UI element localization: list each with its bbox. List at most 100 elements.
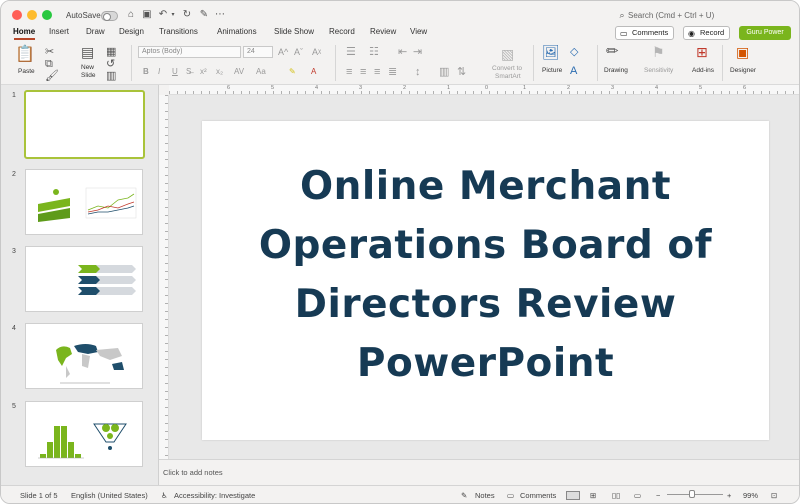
decrease-font-icon[interactable]: Aˇ	[294, 46, 303, 58]
tab-draw[interactable]: Draw	[86, 27, 105, 36]
slide-thumbnail-3[interactable]	[25, 246, 143, 312]
bullets-icon[interactable]: ☰	[346, 46, 356, 58]
current-slide[interactable]: Online Merchant Operations Board of Dire…	[202, 121, 769, 440]
normal-view-icon[interactable]	[566, 491, 580, 500]
save-icon[interactable]: ▣	[141, 9, 153, 21]
thumbnail-number: 5	[12, 403, 16, 410]
comments-status-button[interactable]: Comments	[520, 491, 556, 500]
smartart-icon[interactable]: ▧	[501, 47, 514, 61]
align-left-icon[interactable]: ≡	[346, 66, 352, 78]
reading-view-icon[interactable]: ▯▯	[612, 491, 620, 500]
ruler-number: 5	[699, 85, 703, 91]
slide-title-line: Directors Review	[294, 282, 677, 327]
tab-home[interactable]: Home	[13, 27, 35, 36]
drawing-icon[interactable]: ✏	[606, 44, 619, 59]
zoom-in-icon[interactable]: +	[727, 491, 731, 500]
paste-icon[interactable]: 📋	[15, 46, 35, 64]
tab-review[interactable]: Review	[370, 27, 396, 36]
addins-icon[interactable]: ⊞	[696, 45, 708, 59]
align-right-icon[interactable]: ≡	[374, 66, 380, 78]
thumbnail-number: 1	[12, 92, 16, 99]
slide-thumbnail-4[interactable]	[25, 323, 143, 389]
highlight-icon[interactable]: ✎	[289, 67, 296, 76]
slide-thumbnail-5[interactable]	[25, 401, 143, 467]
home-icon[interactable]: ⌂	[125, 9, 137, 21]
tab-view[interactable]: View	[410, 27, 427, 36]
guru-power-button[interactable]: Guru Power	[739, 26, 791, 40]
sensitivity-icon[interactable]: ⚑	[652, 45, 665, 59]
layout-icon[interactable]: ▦	[106, 46, 116, 58]
slide-thumbnail-2[interactable]	[25, 169, 143, 235]
italic-icon[interactable]: I	[158, 67, 160, 76]
more-icon[interactable]: ⋯	[214, 9, 226, 21]
redo-icon[interactable]: ↻	[181, 9, 193, 21]
font-name-select[interactable]: Aptos (Body)	[138, 46, 241, 58]
slide-sorter-icon[interactable]: ⊞	[590, 491, 596, 500]
cut-icon[interactable]: ✂	[45, 46, 54, 58]
tab-record[interactable]: Record	[329, 27, 355, 36]
record-button[interactable]: ◉ Record	[683, 26, 731, 40]
character-spacing-icon[interactable]: AV	[234, 67, 244, 76]
zoom-slider-handle[interactable]	[689, 490, 695, 498]
notes-toggle-button[interactable]: Notes	[475, 491, 495, 500]
increase-indent-icon[interactable]: ⇥	[413, 46, 422, 58]
fit-to-window-icon[interactable]: ⊡	[771, 491, 777, 500]
notes-pane[interactable]: Click to add notes	[159, 459, 799, 485]
zoom-slider-track[interactable]	[667, 494, 723, 495]
zoom-window-button[interactable]	[42, 10, 52, 20]
new-slide-icon[interactable]: ▤	[81, 45, 94, 59]
tab-slide-show[interactable]: Slide Show	[274, 27, 314, 36]
autosave-toggle[interactable]	[101, 11, 118, 21]
search-input[interactable]: Search (Cmd + Ctrl + U)	[628, 11, 714, 20]
zoom-level[interactable]: 99%	[743, 491, 758, 500]
slide-title[interactable]: Online Merchant Operations Board of Dire…	[202, 157, 769, 393]
slide-thumbnail-1[interactable]	[24, 90, 145, 159]
line-spacing-icon[interactable]: ↕	[415, 66, 421, 78]
reset-icon[interactable]: ↺	[106, 58, 115, 70]
minimize-window-button[interactable]	[27, 10, 37, 20]
shapes-icon[interactable]: ◇	[570, 46, 578, 58]
tab-animations[interactable]: Animations	[217, 27, 257, 36]
section-icon[interactable]: ▥	[106, 70, 116, 82]
customize-icon[interactable]: ✎	[198, 9, 210, 21]
tab-design[interactable]: Design	[119, 27, 144, 36]
columns-icon[interactable]: ▥	[439, 66, 449, 78]
bold-icon[interactable]: B	[143, 67, 149, 76]
text-box-icon[interactable]: A	[570, 65, 577, 77]
numbering-icon[interactable]: ☷	[369, 46, 379, 58]
accessibility-icon: ♿	[161, 491, 168, 500]
font-color-icon[interactable]: A	[311, 67, 316, 76]
notes-placeholder[interactable]: Click to add notes	[163, 468, 223, 477]
clear-format-icon[interactable]: Aᵡ	[312, 46, 321, 58]
underline-icon[interactable]: U	[172, 67, 178, 76]
designer-icon[interactable]: ▣	[736, 45, 749, 59]
ruler-number: 2	[403, 85, 407, 91]
ruler-number: 4	[655, 85, 659, 91]
ribbon-separator	[533, 45, 534, 81]
comments-button[interactable]: ▭ Comments	[615, 26, 675, 40]
strikethrough-icon[interactable]: S̶	[186, 67, 191, 76]
copy-icon[interactable]: ⧉	[45, 58, 53, 70]
increase-font-icon[interactable]: A^	[278, 46, 288, 58]
thumbnail-number: 2	[12, 171, 16, 178]
undo-dropdown-icon[interactable]: ▾	[167, 9, 179, 21]
text-direction-icon[interactable]: ⇅	[457, 66, 466, 78]
accessibility-status[interactable]: Accessibility: Investigate	[174, 491, 255, 500]
language-indicator[interactable]: English (United States)	[71, 491, 148, 500]
align-center-icon[interactable]: ≡	[360, 66, 366, 78]
ribbon-tabs: Home Insert Draw Design Transitions Anim…	[1, 23, 799, 41]
slideshow-icon[interactable]: ▭	[634, 491, 641, 500]
zoom-out-icon[interactable]: −	[656, 491, 660, 500]
justify-icon[interactable]: ≣	[388, 66, 397, 78]
decrease-indent-icon[interactable]: ⇤	[398, 46, 407, 58]
addins-label: Add-ins	[692, 67, 715, 74]
tab-insert[interactable]: Insert	[49, 27, 69, 36]
superscript-icon[interactable]: x²	[200, 67, 207, 76]
close-window-button[interactable]	[12, 10, 22, 20]
tab-transitions[interactable]: Transitions	[159, 27, 198, 36]
format-painter-icon[interactable]: 🖌	[45, 70, 59, 82]
picture-icon[interactable]: 🖼	[542, 45, 560, 59]
change-case-icon[interactable]: Aa	[256, 67, 266, 76]
subscript-icon[interactable]: x₂	[216, 67, 223, 76]
font-size-select[interactable]: 24	[243, 46, 273, 58]
